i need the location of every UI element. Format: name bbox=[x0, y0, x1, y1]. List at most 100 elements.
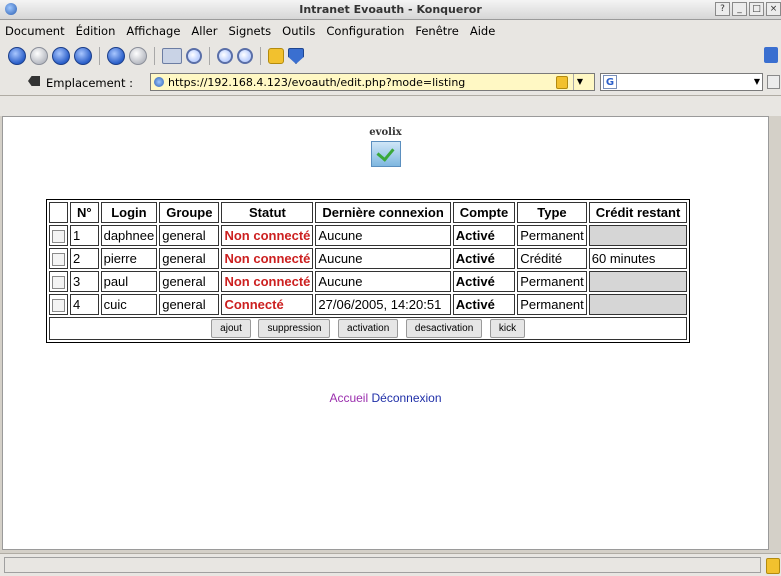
menu-configuration[interactable]: Configuration bbox=[326, 24, 404, 38]
stop-icon[interactable] bbox=[129, 47, 147, 65]
menu-affichage[interactable]: Affichage bbox=[126, 24, 180, 38]
download-icon[interactable] bbox=[288, 48, 304, 64]
cell-compte: Activé bbox=[452, 271, 516, 292]
clear-location-icon[interactable] bbox=[28, 76, 40, 86]
print-icon[interactable] bbox=[162, 48, 182, 64]
toolbar-separator bbox=[154, 47, 155, 65]
zoom-out-icon[interactable] bbox=[237, 48, 253, 64]
close-button[interactable]: × bbox=[766, 2, 781, 16]
col-type: Type bbox=[517, 202, 587, 223]
footer-links: Accueil Déconnexion bbox=[3, 391, 768, 405]
col-credit-restant: Crédit restant bbox=[588, 202, 688, 223]
cell-credit bbox=[588, 294, 688, 315]
col-statut: Statut bbox=[221, 202, 314, 223]
cell-groupe: general bbox=[159, 294, 220, 315]
cell-credit bbox=[588, 225, 688, 246]
site-favicon-icon bbox=[154, 77, 164, 87]
logo-text: evolix bbox=[369, 127, 402, 138]
menu-document[interactable]: Document bbox=[5, 24, 65, 38]
table-row: 3 paul general Non connecté Aucune Activ… bbox=[49, 271, 688, 292]
cell-login: paul bbox=[100, 271, 158, 292]
minimize-button[interactable]: _ bbox=[732, 2, 747, 16]
status-text-box bbox=[4, 557, 761, 573]
cell-derniere-connexion: Aucune bbox=[315, 271, 451, 292]
forward-icon[interactable] bbox=[30, 47, 48, 65]
table-actions-row: ajout suppression activation desactivati… bbox=[49, 317, 688, 340]
cell-num: 1 bbox=[70, 225, 99, 246]
cell-groupe: general bbox=[159, 248, 220, 269]
cell-groupe: general bbox=[159, 225, 220, 246]
table-header-row: N° Login Groupe Statut Dernière connexio… bbox=[49, 202, 688, 223]
col-select bbox=[49, 202, 68, 223]
activation-button[interactable]: activation bbox=[338, 319, 399, 338]
cell-type: Permanent bbox=[517, 225, 587, 246]
cell-num: 3 bbox=[70, 271, 99, 292]
menu-signets[interactable]: Signets bbox=[228, 24, 271, 38]
logo-checkmark-icon bbox=[370, 141, 401, 167]
toolbar-separator bbox=[260, 47, 261, 65]
col-num: N° bbox=[70, 202, 99, 223]
home-icon[interactable] bbox=[74, 47, 92, 65]
window-title: Intranet Evoauth - Konqueror bbox=[299, 3, 482, 16]
desactivation-button[interactable]: desactivation bbox=[405, 319, 483, 338]
web-search-field[interactable]: G ▼ bbox=[600, 73, 763, 91]
table-row: 4 cuic general Connecté 27/06/2005, 14:2… bbox=[49, 294, 688, 315]
cell-num: 2 bbox=[70, 248, 99, 269]
ajout-button[interactable]: ajout bbox=[211, 319, 251, 338]
cell-type: Permanent bbox=[517, 294, 587, 315]
cell-statut: Non connecté bbox=[221, 248, 314, 269]
row-checkbox[interactable] bbox=[52, 253, 65, 267]
suppression-button[interactable]: suppression bbox=[258, 319, 331, 338]
cell-derniere-connexion: Aucune bbox=[315, 225, 451, 246]
cell-login: pierre bbox=[100, 248, 158, 269]
row-checkbox[interactable] bbox=[52, 230, 65, 244]
cell-compte: Activé bbox=[452, 225, 516, 246]
cell-type: Crédité bbox=[517, 248, 587, 269]
row-checkbox[interactable] bbox=[52, 276, 65, 290]
cell-statut: Non connecté bbox=[221, 271, 314, 292]
cell-credit bbox=[588, 271, 688, 292]
status-bar bbox=[0, 553, 781, 576]
toolbar-separator bbox=[99, 47, 100, 65]
search-dropdown-icon[interactable]: ▼ bbox=[754, 74, 760, 90]
url-history-dropdown[interactable]: ▼ bbox=[573, 74, 586, 90]
table-row: 2 pierre general Non connecté Aucune Act… bbox=[49, 248, 688, 269]
konqueror-throbber-icon bbox=[764, 47, 778, 63]
menu-fenetre[interactable]: Fenêtre bbox=[415, 24, 458, 38]
menu-aller[interactable]: Aller bbox=[191, 24, 217, 38]
go-button[interactable] bbox=[767, 75, 780, 89]
reload-icon[interactable] bbox=[107, 47, 125, 65]
col-login: Login bbox=[100, 202, 158, 223]
accueil-link[interactable]: Accueil bbox=[329, 391, 368, 405]
search-engine-icon[interactable]: G bbox=[603, 75, 617, 89]
deconnexion-link[interactable]: Déconnexion bbox=[371, 391, 441, 405]
url-input[interactable] bbox=[168, 75, 528, 89]
cell-num: 4 bbox=[70, 294, 99, 315]
cell-type: Permanent bbox=[517, 271, 587, 292]
menu-edition[interactable]: Édition bbox=[76, 24, 116, 38]
help-button[interactable]: ? bbox=[715, 2, 730, 16]
cell-login: daphnee bbox=[100, 225, 158, 246]
actions-cell: ajout suppression activation desactivati… bbox=[49, 317, 688, 340]
evolix-logo: evolix bbox=[3, 127, 768, 167]
users-table: N° Login Groupe Statut Dernière connexio… bbox=[46, 199, 691, 343]
security-lock-icon[interactable] bbox=[268, 48, 284, 64]
up-icon[interactable] bbox=[52, 47, 70, 65]
status-lock-icon[interactable] bbox=[766, 558, 780, 574]
zoom-in-icon[interactable] bbox=[217, 48, 233, 64]
col-groupe: Groupe bbox=[159, 202, 220, 223]
find-icon[interactable] bbox=[186, 48, 202, 64]
menu-outils[interactable]: Outils bbox=[282, 24, 315, 38]
page-top-gap bbox=[0, 96, 781, 116]
location-label: Emplacement : bbox=[46, 76, 134, 90]
menu-aide[interactable]: Aide bbox=[470, 24, 495, 38]
ssl-lock-icon[interactable] bbox=[556, 76, 568, 89]
cell-login: cuic bbox=[100, 294, 158, 315]
kick-button[interactable]: kick bbox=[489, 319, 526, 338]
back-icon[interactable] bbox=[8, 47, 26, 65]
window-controls: ? _ □ × bbox=[715, 2, 781, 16]
location-bar: Emplacement : ▼ G ▼ bbox=[0, 70, 781, 96]
title-bar: Intranet Evoauth - Konqueror ? _ □ × bbox=[0, 0, 781, 20]
maximize-button[interactable]: □ bbox=[749, 2, 764, 16]
row-checkbox[interactable] bbox=[52, 299, 65, 313]
